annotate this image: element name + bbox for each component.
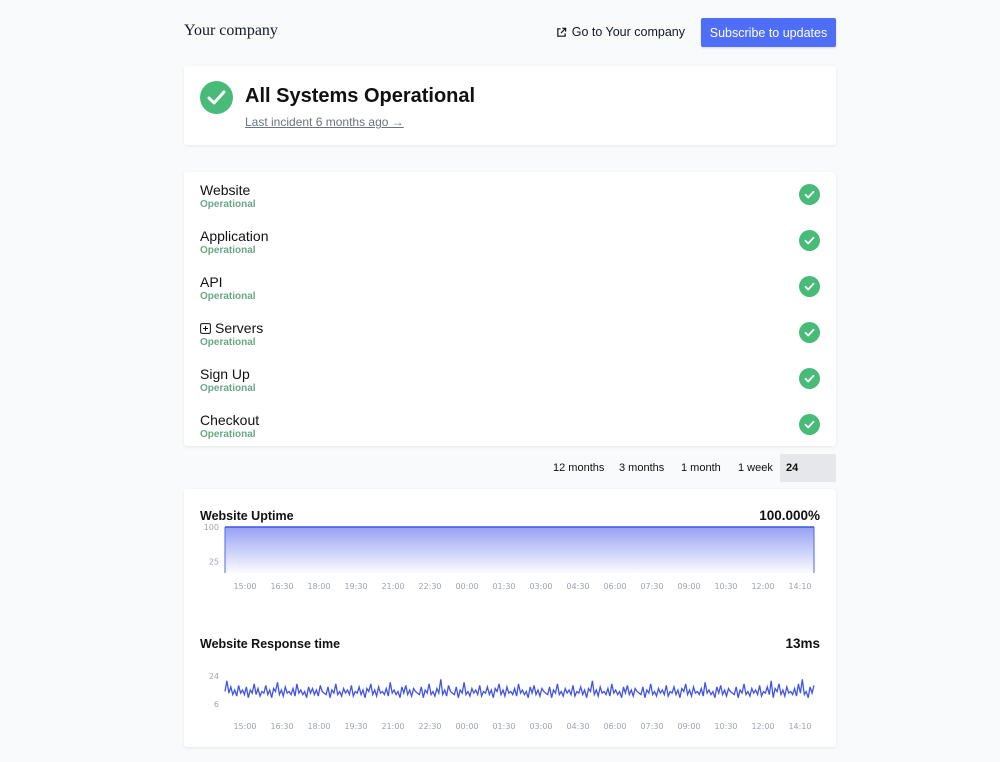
status-page: Your company Go to Your company Subscrib… — [184, 0, 836, 762]
range-tab[interactable]: 24 hours — [780, 454, 836, 502]
response-time-chart: 24 6 15:00 16:30 18:00 19:30 21:00 22:30 00:00 01… — [209, 672, 815, 731]
x-tick-label: 21:00 — [381, 722, 404, 731]
x-tick-label: 12:00 — [751, 582, 774, 591]
component-name-label: API — [200, 274, 223, 290]
check-circle-icon — [799, 322, 820, 343]
x-tick-label: 03:00 — [529, 722, 552, 731]
x-tick-label: 22:30 — [418, 582, 441, 591]
y-tick-label: 100 — [204, 523, 219, 532]
component-name-label: Servers — [215, 320, 264, 336]
x-tick-label: 01:30 — [492, 722, 515, 731]
component-name-label: Application — [200, 228, 269, 244]
component-name: Website — [200, 182, 250, 198]
x-tick-label: 19:30 — [344, 582, 367, 591]
x-tick-label: 15:00 — [233, 722, 256, 731]
component-row: Application Operational — [184, 218, 836, 264]
component-status: Operational — [200, 245, 256, 256]
component-row: Sign Up Operational — [184, 356, 836, 402]
component-name-label: Website — [200, 182, 251, 198]
overall-status-card: All Systems Operational Last incident 6 … — [184, 66, 836, 145]
x-tick-label: 12:00 — [751, 722, 774, 731]
component-name: Sign Up — [200, 366, 250, 382]
component-name-label: Checkout — [200, 412, 260, 428]
x-tick-label: 07:30 — [640, 582, 663, 591]
components-list: Website Operational Application Operational… — [184, 172, 836, 446]
uptime-chart-title: Website Uptime — [200, 509, 294, 523]
component-row[interactable]: Servers Operational — [184, 310, 836, 356]
x-tick-label: 14:10 — [788, 722, 811, 731]
y-tick-label: 24 — [209, 672, 219, 681]
x-tick-label: 06:00 — [603, 722, 626, 731]
expand-plus-icon[interactable] — [200, 322, 211, 334]
component-name: Application — [200, 228, 269, 244]
component-status: Operational — [200, 429, 256, 440]
range-tab[interactable]: 1 month — [675, 454, 727, 482]
response-chart-title: Website Response time — [200, 637, 341, 651]
x-tick-label: 21:00 — [381, 582, 404, 591]
component-name: Servers — [200, 320, 263, 336]
status-title: All Systems Operational — [245, 85, 476, 107]
component-name: Checkout — [200, 412, 259, 428]
uptime-value: 100.000% — [759, 508, 820, 523]
check-circle-icon — [799, 230, 820, 251]
x-tick-label: 10:30 — [714, 722, 737, 731]
check-circle-icon — [799, 368, 820, 389]
x-tick-label: 14:10 — [788, 582, 811, 591]
x-tick-label: 18:00 — [307, 582, 330, 591]
x-tick-label: 09:00 — [677, 582, 700, 591]
x-tick-label: 00:00 — [455, 582, 478, 591]
x-tick-label: 19:30 — [344, 722, 367, 731]
metrics-card: Website Uptime 100.000% 100 25 15:00 16:30 1… — [184, 489, 836, 747]
subscribe-button[interactable]: Subscribe to updates — [701, 18, 836, 47]
x-tick-label: 22:30 — [418, 722, 441, 731]
check-circle-icon — [799, 276, 820, 297]
x-tick-label: 00:00 — [455, 722, 478, 731]
range-tab[interactable]: 1 week — [732, 454, 779, 482]
uptime-chart: 100 25 15:00 16:30 18:00 19:30 21:00 22:30 00:00… — [204, 523, 815, 591]
x-tick-label: 06:00 — [603, 582, 626, 591]
go-to-company-link[interactable]: Go to Your company — [556, 25, 685, 39]
check-circle-icon — [799, 184, 820, 205]
component-row: Checkout Operational — [184, 402, 836, 448]
range-tab[interactable]: 3 months — [613, 454, 670, 482]
x-tick-label: 04:30 — [566, 722, 589, 731]
go-to-company-label: Go to Your company — [571, 25, 685, 39]
y-tick-label: 25 — [209, 558, 219, 567]
x-tick-label: 01:30 — [492, 582, 515, 591]
x-tick-label: 16:30 — [270, 722, 293, 731]
x-tick-label: 10:30 — [714, 582, 737, 591]
brand-logo-text[interactable]: Your company — [184, 22, 278, 40]
check-circle-icon — [799, 414, 820, 435]
component-status: Operational — [200, 337, 256, 348]
component-name: API — [200, 274, 223, 290]
y-tick-label: 6 — [214, 700, 219, 709]
x-tick-label: 07:30 — [640, 722, 663, 731]
series-line — [224, 679, 815, 699]
component-status: Operational — [200, 199, 256, 210]
check-circle-icon — [200, 81, 233, 114]
header: Your company Go to Your company Subscrib… — [184, 18, 836, 48]
component-status: Operational — [200, 291, 256, 302]
component-row: API Operational — [184, 264, 836, 310]
x-tick-label: 16:30 — [270, 582, 293, 591]
range-tab[interactable]: 12 months — [547, 454, 610, 482]
x-tick-label: 09:00 — [677, 722, 700, 731]
time-range-tabs: 12 months3 months1 month1 week24 hours — [184, 454, 836, 502]
uptime-area — [225, 527, 814, 573]
component-name-label: Sign Up — [200, 366, 250, 382]
external-link-icon — [556, 27, 566, 37]
x-tick-label: 15:00 — [233, 582, 256, 591]
response-time-value: 13ms — [785, 636, 820, 651]
component-status: Operational — [200, 383, 256, 394]
x-tick-label: 04:30 — [566, 582, 589, 591]
x-tick-label: 03:00 — [529, 582, 552, 591]
x-tick-label: 18:00 — [307, 722, 330, 731]
last-incident-link[interactable]: Last incident 6 months ago → — [245, 115, 404, 129]
component-row: Website Operational — [184, 172, 836, 218]
